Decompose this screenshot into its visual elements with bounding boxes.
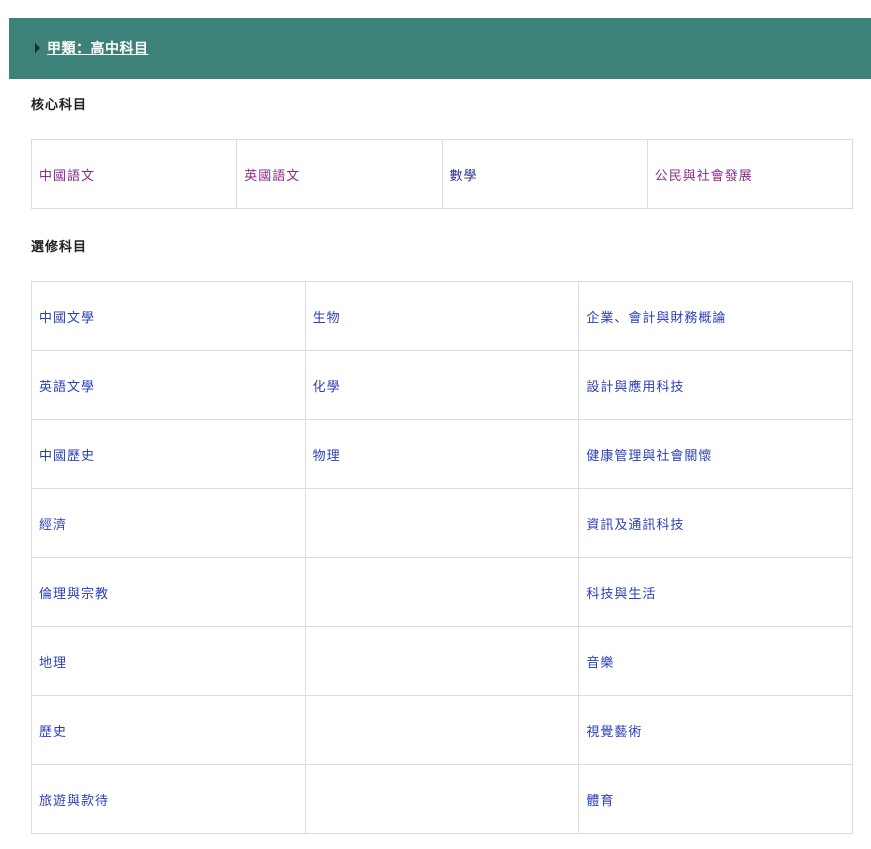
table-row: 倫理與宗教 科技與生活 — [31, 557, 853, 627]
table-cell — [304, 626, 580, 696]
table-cell: 中國文學 — [31, 281, 306, 351]
subject-link[interactable]: 倫理與宗教 — [39, 587, 109, 602]
table-cell: 體育 — [578, 764, 853, 834]
subject-link-english-language[interactable]: 英國語文 — [244, 169, 300, 184]
subject-link-chinese-language[interactable]: 中國語文 — [39, 169, 95, 184]
table-cell: 數學 — [441, 139, 648, 209]
subject-link[interactable]: 資訊及通訊科技 — [586, 518, 684, 533]
table-row: 中國語文 英國語文 數學 公民與社會發展 — [30, 139, 854, 209]
subject-link-mathematics[interactable]: 數學 — [450, 169, 478, 184]
table-row: 英語文學 化學 設計與應用科技 — [31, 350, 853, 420]
table-row: 中國文學 生物 企業、會計與財務概論 — [31, 281, 853, 351]
table-cell: 公民與社會發展 — [646, 139, 854, 209]
core-subjects-heading: 核心科目 — [31, 98, 88, 113]
table-cell: 中國語文 — [30, 139, 238, 209]
subject-link[interactable]: 體育 — [586, 794, 614, 809]
table-cell: 健康管理與社會關懷 — [578, 419, 853, 489]
subject-link[interactable]: 物理 — [313, 449, 341, 464]
subject-link[interactable]: 科技與生活 — [586, 587, 656, 602]
subject-link[interactable]: 音樂 — [586, 656, 614, 671]
elective-subjects-heading: 選修科目 — [31, 240, 88, 255]
subject-link[interactable]: 健康管理與社會關懷 — [586, 449, 712, 464]
category-title-link[interactable]: 甲類：高中科目 — [47, 38, 149, 58]
table-row: 中國歷史 物理 健康管理與社會關懷 — [31, 419, 853, 489]
subject-link[interactable]: 中國文學 — [39, 311, 95, 326]
subject-link[interactable]: 設計與應用科技 — [586, 380, 684, 395]
table-cell: 設計與應用科技 — [578, 350, 853, 420]
table-row: 旅遊與款待 體育 — [31, 764, 853, 834]
subject-link[interactable]: 生物 — [313, 311, 341, 326]
subject-link[interactable]: 英語文學 — [39, 380, 95, 395]
table-cell: 旅遊與款待 — [31, 764, 306, 834]
table-cell: 音樂 — [578, 626, 853, 696]
subject-link[interactable]: 地理 — [39, 656, 67, 671]
subject-link[interactable]: 旅遊與款待 — [39, 794, 109, 809]
table-row: 歷史 視覺藝術 — [31, 695, 853, 765]
subject-link[interactable]: 視覺藝術 — [586, 725, 642, 740]
table-cell — [304, 488, 580, 558]
table-cell — [304, 764, 580, 834]
core-subjects-table: 中國語文 英國語文 數學 公民與社會發展 — [30, 139, 854, 209]
table-row: 地理 音樂 — [31, 626, 853, 696]
table-cell: 科技與生活 — [578, 557, 853, 627]
subject-link[interactable]: 企業、會計與財務概論 — [586, 311, 726, 326]
table-cell: 企業、會計與財務概論 — [578, 281, 853, 351]
table-cell: 生物 — [304, 281, 580, 351]
table-cell: 英語文學 — [31, 350, 306, 420]
triangle-right-icon — [35, 43, 40, 53]
subject-link[interactable]: 經濟 — [39, 518, 67, 533]
table-cell: 化學 — [304, 350, 580, 420]
table-cell: 倫理與宗教 — [31, 557, 306, 627]
subject-link[interactable]: 中國歷史 — [39, 449, 95, 464]
subject-link[interactable]: 化學 — [313, 380, 341, 395]
table-cell — [304, 695, 580, 765]
subject-link-citizenship[interactable]: 公民與社會發展 — [655, 169, 753, 184]
table-row: 經濟 資訊及通訊科技 — [31, 488, 853, 558]
subject-link[interactable]: 歷史 — [39, 725, 67, 740]
table-cell: 英國語文 — [236, 139, 443, 209]
table-cell: 中國歷史 — [31, 419, 306, 489]
table-cell — [304, 557, 580, 627]
category-header: 甲類：高中科目 — [9, 18, 871, 79]
table-cell: 資訊及通訊科技 — [578, 488, 853, 558]
table-cell: 地理 — [31, 626, 306, 696]
table-cell: 視覺藝術 — [578, 695, 853, 765]
elective-subjects-table: 中國文學 生物 企業、會計與財務概論英語文學 化學 設計與應用科技中國歷史 物理 健康管理與… — [31, 281, 853, 834]
table-cell: 物理 — [304, 419, 580, 489]
table-cell: 歷史 — [31, 695, 306, 765]
table-cell: 經濟 — [31, 488, 306, 558]
